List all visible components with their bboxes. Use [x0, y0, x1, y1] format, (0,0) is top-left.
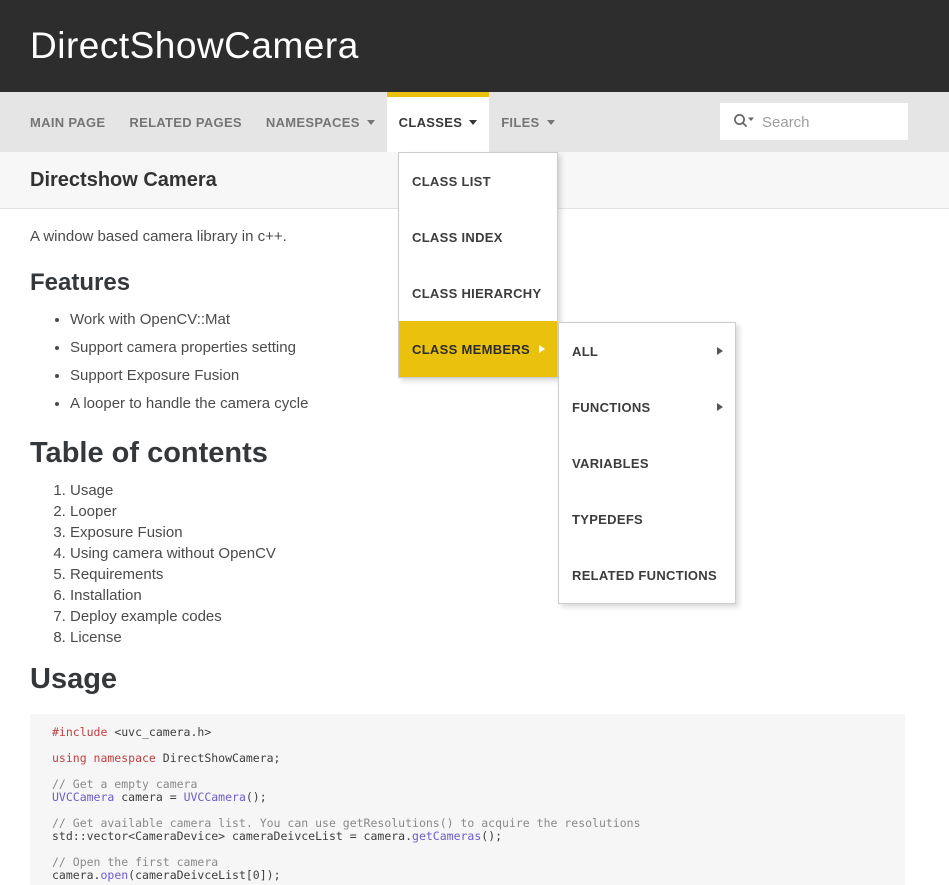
code-token: (); — [481, 829, 502, 843]
code-line: camera.open(cameraDeivceList[0]); — [52, 869, 889, 882]
usage-code-block: #include <uvc_camera.h> using namespace … — [30, 714, 905, 885]
code-link[interactable]: open — [100, 868, 128, 882]
masthead: DirectShowCamera — [0, 0, 949, 92]
feature-item-a-looper-to-handle-the-camera-cycle: A looper to handle the camera cycle — [70, 393, 949, 414]
toc-item-license: License — [70, 627, 949, 648]
menu-item-class-hierarchy[interactable]: CLASS HIERARCHY — [399, 265, 557, 321]
toc-list: UsageLooperExposure FusionUsing camera w… — [30, 480, 949, 648]
class-members-submenu: ALL FUNCTIONS VARIABLES TYPEDEFS RELATED FUN… — [558, 322, 736, 604]
menu-item-class-index[interactable]: CLASS INDEX — [399, 209, 557, 265]
code-token: camera = — [114, 790, 183, 804]
menu-item-label: CLASS MEMBERS — [412, 342, 530, 357]
toc-item-exposure-fusion: Exposure Fusion — [70, 522, 949, 543]
menu-item-label: CLASS INDEX — [412, 230, 503, 245]
toc-item-usage: Usage — [70, 480, 949, 501]
menu-item-label: VARIABLES — [572, 456, 649, 471]
code-link[interactable]: UVCCamera — [184, 790, 246, 804]
nav-item-label: MAIN PAGE — [30, 115, 105, 130]
menu-item-label: TYPEDEFS — [572, 512, 643, 527]
nav-item-label: FILES — [501, 115, 539, 130]
menu-item-label: RELATED FUNCTIONS — [572, 568, 717, 583]
code-token: std::vector<CameraDevice> cameraDeivceLi… — [52, 829, 412, 843]
menu-item-class-list[interactable]: CLASS LIST — [399, 153, 557, 209]
code-token: camera. — [52, 868, 100, 882]
code-token: using namespace — [52, 751, 163, 765]
chevron-right-icon — [539, 345, 545, 353]
nav-item-namespaces[interactable]: NAMESPACES — [254, 92, 387, 152]
nav-item-label: CLASSES — [399, 115, 463, 130]
nav-item-label: NAMESPACES — [266, 115, 360, 130]
code-link[interactable]: UVCCamera — [52, 790, 114, 804]
submenu-item-variables[interactable]: VARIABLES — [559, 435, 735, 491]
code-token: <uvc_camera.h> — [114, 725, 211, 739]
code-token: (cameraDeivceList[0]); — [128, 868, 280, 882]
menu-item-label: CLASS HIERARCHY — [412, 286, 541, 301]
code-token: (); — [246, 790, 267, 804]
nav-item-files[interactable]: FILES — [489, 92, 566, 152]
toc-item-using-camera-without-opencv: Using camera without OpenCV — [70, 543, 949, 564]
page: DirectShowCamera MAIN PAGE RELATED PAGES N… — [0, 0, 949, 885]
chevron-right-icon — [717, 347, 723, 355]
submenu-item-functions[interactable]: FUNCTIONS — [559, 379, 735, 435]
nav-item-label: RELATED PAGES — [129, 115, 241, 130]
page-title: Directshow Camera — [30, 152, 217, 209]
code-line: #include <uvc_camera.h> — [52, 726, 889, 739]
code-link[interactable]: getCameras — [412, 829, 481, 843]
chevron-down-icon — [367, 120, 375, 125]
menu-item-label: ALL — [572, 344, 598, 359]
project-title: DirectShowCamera — [30, 0, 359, 92]
submenu-item-all[interactable]: ALL — [559, 323, 735, 379]
code-token: // Open the first camera — [52, 855, 218, 869]
code-line: std::vector<CameraDevice> cameraDeivceLi… — [52, 830, 889, 843]
usage-heading: Usage — [30, 662, 949, 696]
code-token: // Get available camera list. You can us… — [52, 816, 641, 830]
menu-item-label: FUNCTIONS — [572, 400, 651, 415]
nav-item-main-page[interactable]: MAIN PAGE — [18, 92, 117, 152]
toc-item-looper: Looper — [70, 501, 949, 522]
menu-item-label: CLASS LIST — [412, 174, 491, 189]
chevron-down-icon — [469, 120, 477, 125]
search-box[interactable] — [720, 103, 908, 140]
submenu-item-typedefs[interactable]: TYPEDEFS — [559, 491, 735, 547]
classes-dropdown-menu: CLASS LIST CLASS INDEX CLASS HIERARCHY CLAS… — [398, 152, 558, 378]
code-token: DirectShowCamera; — [163, 751, 281, 765]
toc-item-installation: Installation — [70, 585, 949, 606]
toc-item-requirements: Requirements — [70, 564, 949, 585]
code-token: // Get a empty camera — [52, 777, 197, 791]
chevron-down-icon — [547, 120, 555, 125]
code-token: #include — [52, 725, 114, 739]
chevron-right-icon — [717, 403, 723, 411]
toc-item-deploy-example-codes: Deploy example codes — [70, 606, 949, 627]
search-input[interactable] — [760, 103, 904, 142]
code-line: UVCCamera camera = UVCCamera(); — [52, 791, 889, 804]
nav-item-related-pages[interactable]: RELATED PAGES — [117, 92, 253, 152]
code-line: using namespace DirectShowCamera; — [52, 752, 889, 765]
search-icon[interactable] — [733, 113, 755, 130]
nav-item-classes[interactable]: CLASSES — [387, 92, 490, 152]
submenu-item-related-functions[interactable]: RELATED FUNCTIONS — [559, 547, 735, 603]
menu-item-class-members[interactable]: CLASS MEMBERS — [399, 321, 557, 377]
toc-heading: Table of contents — [30, 436, 949, 470]
